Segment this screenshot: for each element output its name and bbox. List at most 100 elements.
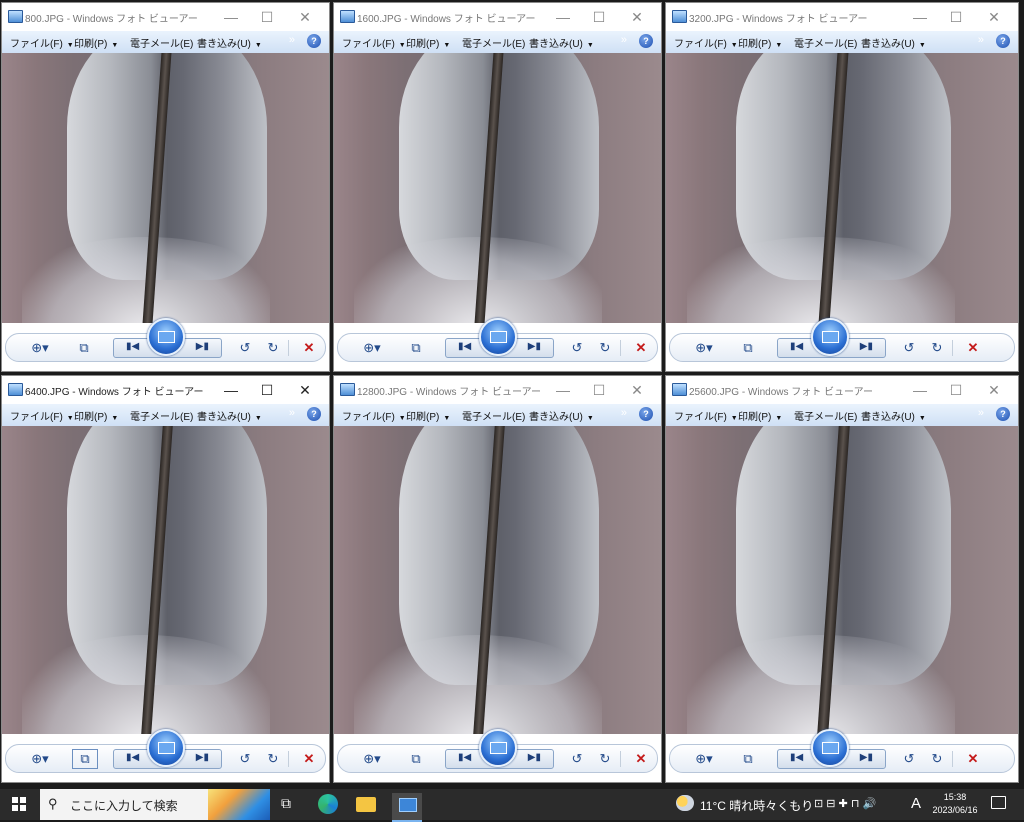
previous-button[interactable]: ▮◀ — [126, 752, 139, 763]
photo-viewer-taskbar-icon[interactable] — [392, 793, 422, 822]
rotate-counterclockwise-icon[interactable]: ↺ — [233, 752, 257, 766]
actual-size-icon[interactable]: ⧉ — [72, 341, 96, 355]
delete-icon[interactable]: ✕ — [297, 752, 321, 766]
rotate-clockwise-icon[interactable]: ↻ — [593, 341, 617, 355]
maximize-button[interactable]: ☐ — [938, 5, 974, 29]
help-icon[interactable]: ? — [639, 407, 653, 421]
menu-file[interactable]: ファイル(F) ▼ — [10, 35, 74, 50]
slideshow-button[interactable] — [479, 318, 517, 356]
menu-file[interactable]: ファイル(F) ▼ — [10, 408, 74, 423]
menu-burn[interactable]: 書き込み(U) ▼ — [197, 35, 262, 50]
title-bar[interactable]: 6400.JPG - Windows フォト ビューアー — ☐ ✕ — [2, 376, 329, 404]
zoom-icon[interactable]: ⊕▾ — [692, 341, 716, 355]
help-icon[interactable]: ? — [996, 407, 1010, 421]
close-button[interactable]: ✕ — [619, 378, 655, 402]
help-icon[interactable]: ? — [307, 34, 321, 48]
task-view-icon[interactable]: ⧉ — [281, 795, 291, 812]
notification-icon[interactable] — [991, 796, 1006, 809]
slideshow-button[interactable] — [811, 729, 849, 767]
photo-canvas[interactable] — [334, 426, 661, 734]
overflow-chevron-icon[interactable]: » — [621, 34, 627, 46]
file-explorer-icon[interactable] — [356, 797, 376, 812]
delete-icon[interactable]: ✕ — [297, 341, 321, 355]
photo-canvas[interactable] — [334, 53, 661, 323]
next-button[interactable]: ▶▮ — [528, 752, 541, 763]
menu-burn[interactable]: 書き込み(U) ▼ — [861, 408, 926, 423]
menu-email[interactable]: 電子メール(E) — [462, 35, 525, 50]
overflow-chevron-icon[interactable]: » — [978, 34, 984, 46]
minimize-button[interactable]: — — [902, 5, 938, 29]
rotate-counterclockwise-icon[interactable]: ↺ — [233, 341, 257, 355]
previous-button[interactable]: ▮◀ — [458, 752, 471, 763]
next-button[interactable]: ▶▮ — [528, 341, 541, 352]
weather-text[interactable]: 11°C 晴れ時々くもり — [700, 797, 813, 814]
help-icon[interactable]: ? — [639, 34, 653, 48]
rotate-clockwise-icon[interactable]: ↻ — [925, 341, 949, 355]
minimize-button[interactable]: — — [545, 378, 581, 402]
previous-button[interactable]: ▮◀ — [126, 341, 139, 352]
next-button[interactable]: ▶▮ — [860, 752, 873, 763]
photo-viewer-window-6400[interactable]: 6400.JPG - Windows フォト ビューアー — ☐ ✕ ファイル(… — [1, 375, 330, 783]
title-bar[interactable]: 12800.JPG - Windows フォト ビューアー — ☐ ✕ — [334, 376, 661, 404]
maximize-button[interactable]: ☐ — [249, 5, 285, 29]
delete-icon[interactable]: ✕ — [961, 341, 985, 355]
menu-email[interactable]: 電子メール(E) — [130, 35, 193, 50]
rotate-clockwise-icon[interactable]: ↻ — [261, 341, 285, 355]
actual-size-icon[interactable]: ⧉ — [72, 749, 98, 769]
title-bar[interactable]: 25600.JPG - Windows フォト ビューアー — ☐ ✕ — [666, 376, 1018, 404]
delete-icon[interactable]: ✕ — [629, 341, 653, 355]
menu-burn[interactable]: 書き込み(U) ▼ — [861, 35, 926, 50]
zoom-icon[interactable]: ⊕▾ — [360, 341, 384, 355]
next-button[interactable]: ▶▮ — [860, 341, 873, 352]
ime-indicator[interactable]: A — [911, 795, 921, 812]
overflow-chevron-icon[interactable]: » — [621, 407, 627, 419]
photo-canvas[interactable] — [666, 426, 1018, 734]
zoom-icon[interactable]: ⊕▾ — [692, 752, 716, 766]
overflow-chevron-icon[interactable]: » — [289, 407, 295, 419]
help-icon[interactable]: ? — [996, 34, 1010, 48]
menu-print[interactable]: 印刷(P) ▼ — [74, 408, 118, 423]
edge-browser-icon[interactable] — [318, 794, 338, 814]
rotate-clockwise-icon[interactable]: ↻ — [593, 752, 617, 766]
rotate-clockwise-icon[interactable]: ↻ — [925, 752, 949, 766]
help-icon[interactable]: ? — [307, 407, 321, 421]
slideshow-button[interactable] — [147, 729, 185, 767]
menu-email[interactable]: 電子メール(E) — [462, 408, 525, 423]
photo-canvas[interactable] — [666, 53, 1018, 323]
previous-button[interactable]: ▮◀ — [790, 752, 803, 763]
actual-size-icon[interactable]: ⧉ — [404, 752, 428, 766]
delete-icon[interactable]: ✕ — [961, 752, 985, 766]
clock[interactable]: 15:38 2023/06/16 — [930, 791, 980, 817]
delete-icon[interactable]: ✕ — [629, 752, 653, 766]
photo-viewer-window-1600[interactable]: 1600.JPG - Windows フォト ビューアー — ☐ ✕ ファイル(… — [333, 2, 662, 372]
minimize-button[interactable]: — — [213, 5, 249, 29]
menu-print[interactable]: 印刷(P) ▼ — [738, 35, 782, 50]
menu-burn[interactable]: 書き込み(U) ▼ — [197, 408, 262, 423]
menu-print[interactable]: 印刷(P) ▼ — [738, 408, 782, 423]
slideshow-button[interactable] — [147, 318, 185, 356]
menu-file[interactable]: ファイル(F) ▼ — [674, 35, 738, 50]
menu-print[interactable]: 印刷(P) ▼ — [74, 35, 118, 50]
menu-email[interactable]: 電子メール(E) — [794, 35, 857, 50]
menu-burn[interactable]: 書き込み(U) ▼ — [529, 35, 594, 50]
zoom-icon[interactable]: ⊕▾ — [28, 752, 52, 766]
actual-size-icon[interactable]: ⧉ — [736, 752, 760, 766]
start-button[interactable] — [12, 797, 26, 811]
maximize-button[interactable]: ☐ — [249, 378, 285, 402]
title-bar[interactable]: 3200.JPG - Windows フォト ビューアー — ☐ ✕ — [666, 3, 1018, 31]
photo-viewer-window-25600[interactable]: 25600.JPG - Windows フォト ビューアー — ☐ ✕ ファイル… — [665, 375, 1019, 783]
close-button[interactable]: ✕ — [287, 5, 323, 29]
menu-email[interactable]: 電子メール(E) — [130, 408, 193, 423]
previous-button[interactable]: ▮◀ — [458, 341, 471, 352]
minimize-button[interactable]: — — [213, 378, 249, 402]
system-tray-icons[interactable]: ⊡ ⊟ ✚ ⊓ 🔊 — [814, 797, 876, 810]
menu-print[interactable]: 印刷(P) ▼ — [406, 408, 450, 423]
overflow-chevron-icon[interactable]: » — [978, 407, 984, 419]
menu-file[interactable]: ファイル(F) ▼ — [342, 408, 406, 423]
photo-canvas[interactable] — [2, 53, 329, 323]
actual-size-icon[interactable]: ⧉ — [404, 341, 428, 355]
rotate-counterclockwise-icon[interactable]: ↺ — [897, 341, 921, 355]
close-button[interactable]: ✕ — [976, 5, 1012, 29]
next-button[interactable]: ▶▮ — [196, 752, 209, 763]
maximize-button[interactable]: ☐ — [581, 5, 617, 29]
